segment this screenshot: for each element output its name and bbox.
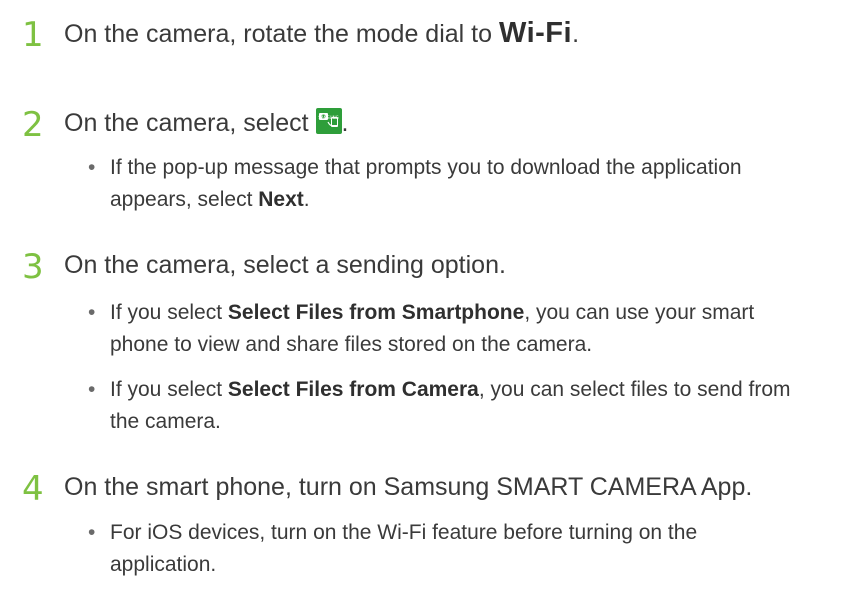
- bullet-text-pre: If you select: [110, 378, 228, 401]
- bullet-bold-term: Select Files from Camera: [227, 378, 479, 401]
- bullet-dot: •: [88, 521, 96, 544]
- bullet-text-pre: If the pop-up message that prompts you t…: [110, 156, 742, 211]
- bullet-item: • For iOS devices, turn on the Wi-Fi fea…: [88, 517, 808, 581]
- bullet-dot: •: [88, 156, 96, 179]
- step-text: On the smart phone, turn on Samsung SMAR…: [64, 473, 753, 501]
- wifi-mode-label: Wi-Fi: [498, 17, 573, 49]
- bullet-text-pre: If you select: [110, 301, 228, 324]
- step-text: On the camera, select a sending option.: [64, 251, 506, 279]
- step-number: 1: [22, 15, 44, 55]
- bullet-item: • If you select Select Files from Smartp…: [88, 297, 808, 361]
- bullet-text-post: .: [303, 188, 310, 211]
- bullet-dot: •: [88, 378, 96, 401]
- step-text: On the camera, select SAMSUNG.: [64, 108, 348, 138]
- bullet-text: If you select Select Files from Smartpho…: [88, 297, 808, 361]
- bullet-item: • If the pop-up message that prompts you…: [88, 152, 808, 216]
- samsung-smart-camera-app-icon: SAMSUNG: [315, 108, 342, 134]
- step-number: 2: [22, 105, 44, 145]
- step-text-before: On the camera, rotate the mode dial to: [64, 20, 499, 48]
- bullet-text: For iOS devices, turn on the Wi-Fi featu…: [110, 521, 698, 576]
- step-text-after: .: [341, 109, 349, 137]
- icon-caption: SAMSUNG: [318, 115, 339, 120]
- bullet-dot: •: [88, 301, 96, 324]
- step-text-after: .: [572, 20, 580, 48]
- step-text-before: On the camera, select: [64, 109, 316, 137]
- step-number: 3: [22, 247, 44, 287]
- bullet-bold-term: Select Files from Smartphone: [227, 301, 525, 324]
- bullet-bold-term: Next: [258, 188, 304, 211]
- step-text: On the camera, rotate the mode dial to W…: [64, 18, 579, 49]
- step-number: 4: [22, 469, 44, 509]
- bullet-text: If the pop-up message that prompts you t…: [88, 152, 808, 216]
- bullet-item: • If you select Select Files from Camera…: [88, 374, 808, 438]
- bullet-text: If you select Select Files from Camera, …: [88, 374, 808, 438]
